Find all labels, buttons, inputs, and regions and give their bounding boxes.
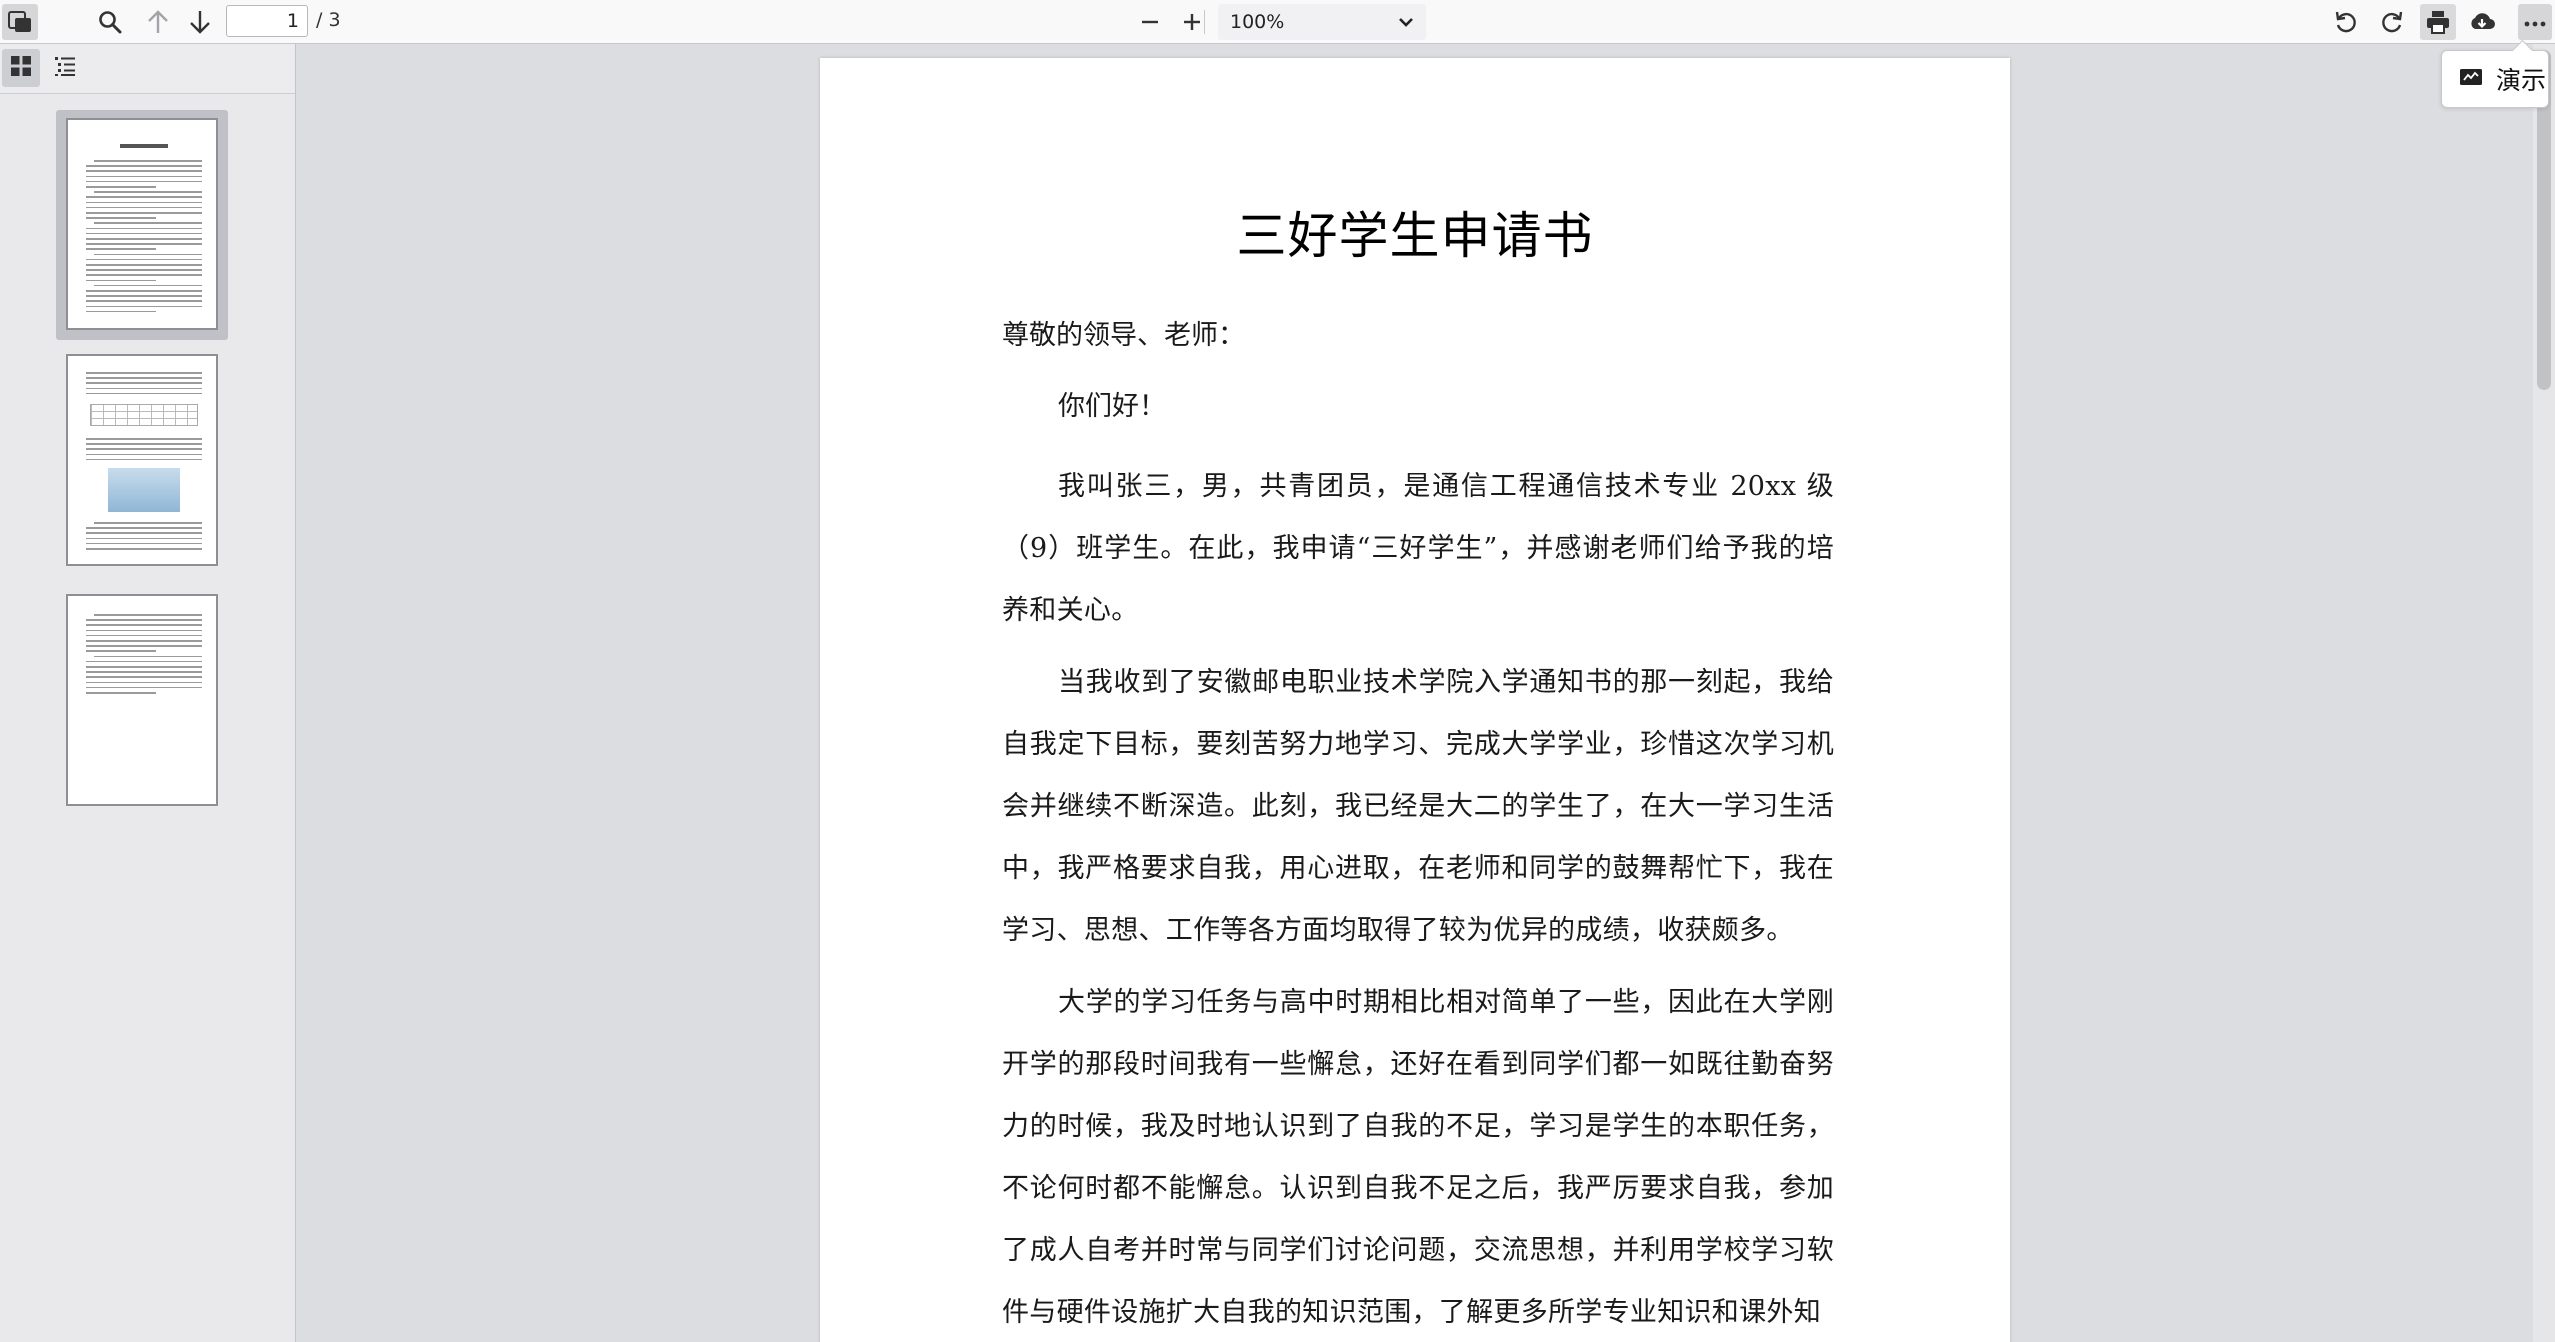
next-page-button[interactable]: [182, 4, 218, 40]
list-icon: [53, 55, 77, 81]
document-greeting: 你们好！: [1058, 391, 1166, 422]
thumbnail-image-2: [66, 354, 218, 566]
sidebar-tabs: [0, 44, 295, 94]
cloud-download-icon: [2468, 10, 2496, 34]
presentation-mode-menu-item[interactable]: 演示: [2441, 50, 2549, 108]
document-title: 三好学生申请书: [1236, 207, 1594, 265]
document-viewer[interactable]: 三好学生申请书 尊敬的领导、老师： 你们好！ 我叫张三，男，共青团员，是通信工程…: [296, 44, 2533, 1342]
rotate-right-icon: [2379, 9, 2405, 35]
previous-page-button[interactable]: [140, 4, 176, 40]
rotate-counterclockwise-button[interactable]: [2328, 4, 2364, 40]
document-page-1: 三好学生申请书 尊敬的领导、老师： 你们好！ 我叫张三，男，共青团员，是通信工程…: [820, 58, 2010, 1342]
search-icon: [97, 9, 123, 35]
download-button[interactable]: [2464, 4, 2500, 40]
rotate-clockwise-button[interactable]: [2374, 4, 2410, 40]
more-horizontal-icon: [2524, 13, 2546, 32]
arrow-up-icon: [146, 9, 170, 35]
printer-icon: [2425, 9, 2451, 35]
chevron-down-icon: [1396, 12, 1416, 37]
plus-icon: [1181, 11, 1203, 33]
presentation-mode-label: 演示: [2496, 66, 2547, 95]
document-paragraph: 当我收到了安徽邮电职业技术学院入学通知书的那一刻起，我给自我定下目标，要刻苦努力…: [1002, 667, 1834, 946]
thumbnail-view-tab[interactable]: [2, 49, 40, 87]
minus-icon: [1139, 11, 1161, 33]
thumbnail-sidebar: [0, 44, 296, 1342]
zoom-in-button[interactable]: [1174, 4, 1210, 40]
zoom-value: 100%: [1230, 11, 1285, 33]
print-button[interactable]: [2420, 4, 2456, 40]
zoom-select[interactable]: 100%: [1218, 4, 1426, 40]
document-salutation: 尊敬的领导、老师：: [1002, 320, 1245, 351]
page-thumbnail-2[interactable]: [56, 350, 228, 572]
page-thumbnail-3[interactable]: [56, 588, 228, 810]
document-paragraph: 大学的学习任务与高中时期相比相对简单了一些，因此在大学刚开学的那段时间我有一些懈…: [1002, 987, 1834, 1328]
page-total-label: / 3: [316, 9, 341, 31]
document-paragraph: 我叫张三，男，共青团员，是通信工程通信技术专业 20xx 级（9）班学生。在此，…: [1002, 471, 1834, 626]
sidebar-toggle-icon: [7, 10, 33, 34]
grid-icon: [9, 54, 33, 82]
page-thumbnail-1[interactable]: [56, 110, 228, 340]
arrow-down-icon: [188, 9, 212, 35]
more-tools-button[interactable]: [2518, 4, 2552, 40]
thumbnail-image-3: [66, 594, 218, 806]
document-body: 我叫张三，男，共青团员，是通信工程通信技术专业 20xx 级（9）班学生。在此，…: [1002, 456, 1834, 1342]
find-button[interactable]: [92, 4, 128, 40]
vertical-scrollbar[interactable]: [2533, 44, 2555, 1342]
presentation-icon: [2458, 66, 2484, 92]
page-number-input[interactable]: [226, 5, 308, 37]
sidebar-toggle-button[interactable]: [2, 4, 38, 40]
outline-view-tab[interactable]: [46, 49, 84, 87]
zoom-out-button[interactable]: [1132, 4, 1168, 40]
rotate-left-icon: [2333, 9, 2359, 35]
toolbar: / 3 100%: [0, 0, 2555, 44]
thumbnail-image-1: [66, 118, 218, 330]
